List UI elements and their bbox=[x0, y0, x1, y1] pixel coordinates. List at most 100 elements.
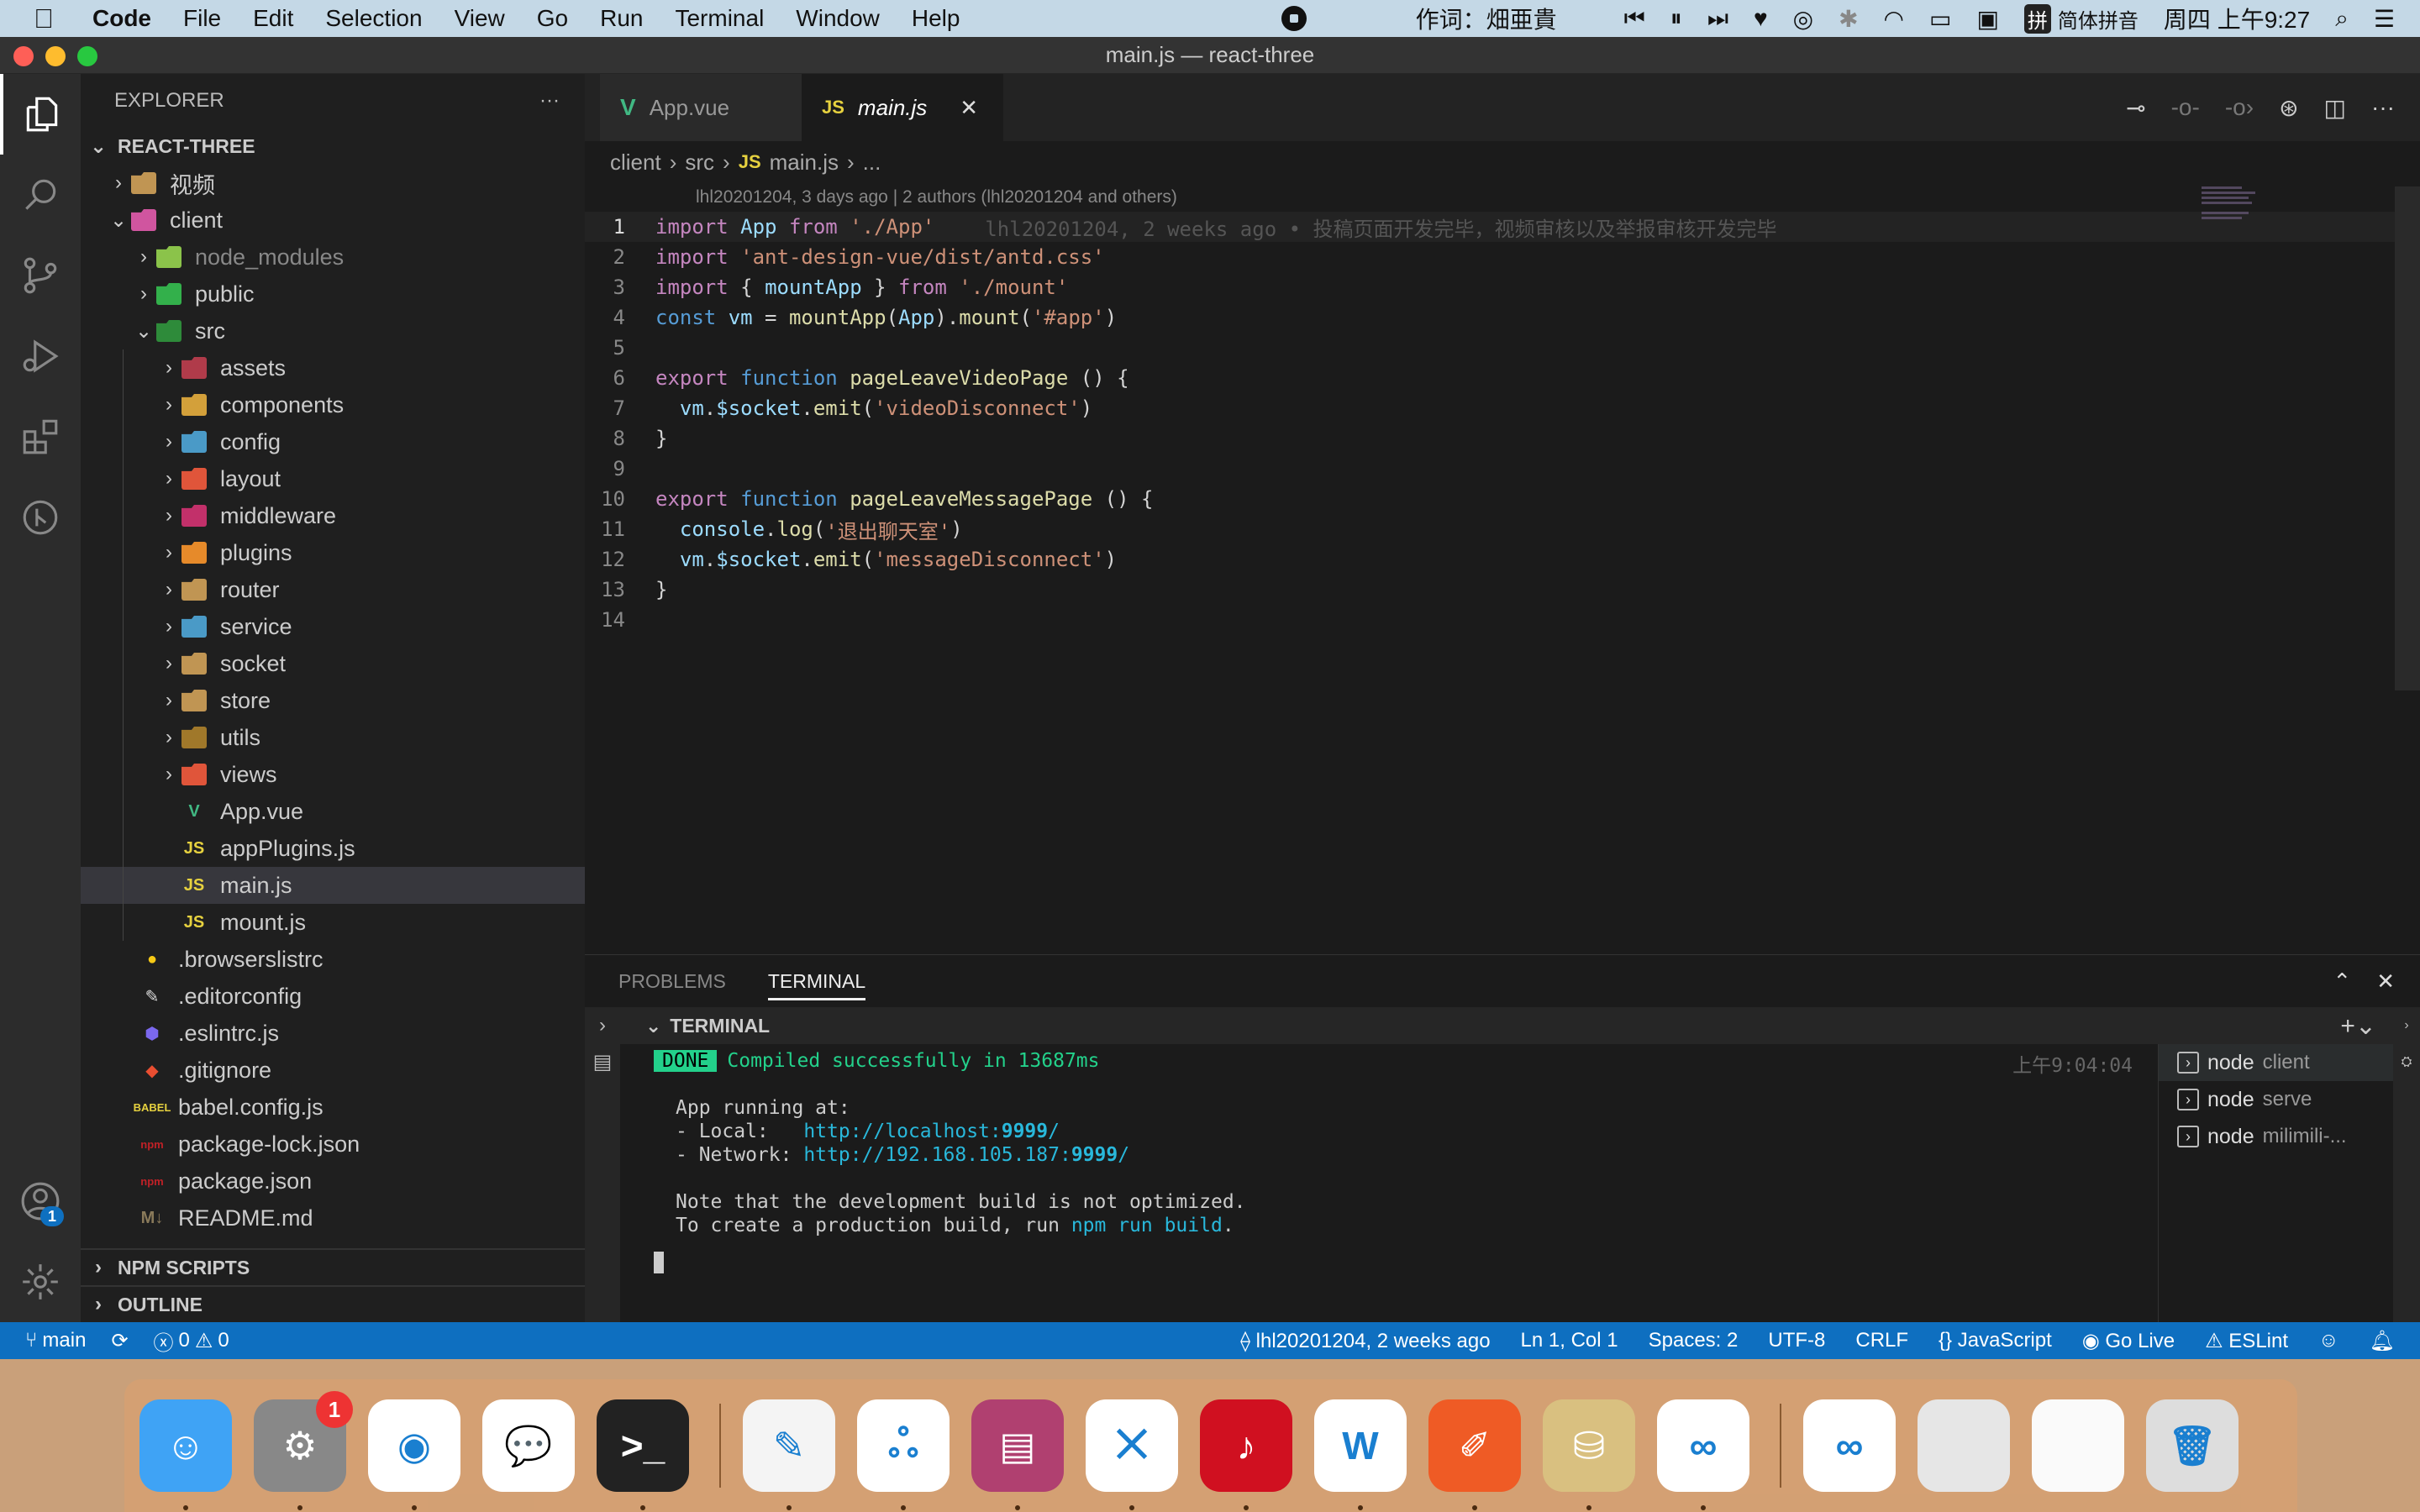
tree-folder-[interactable]: › 视频 bbox=[81, 165, 585, 202]
menu-go[interactable]: Go bbox=[537, 5, 568, 32]
status-eslint[interactable]: ⚠ ESLint bbox=[2205, 1329, 2288, 1353]
network-url[interactable]: http://192.168.105.187: bbox=[803, 1144, 1071, 1166]
tree-folder-src[interactable]: ⌄ src bbox=[81, 312, 585, 349]
tree-folder-store[interactable]: › store bbox=[81, 682, 585, 719]
tree-folder-layout[interactable]: › layout bbox=[81, 460, 585, 497]
dock-chrome-window[interactable] bbox=[1918, 1399, 2010, 1492]
terminal-item-serve[interactable]: › node serve bbox=[2159, 1081, 2393, 1118]
control-center-icon[interactable]: ☰ bbox=[2374, 5, 2395, 33]
menu-view[interactable]: View bbox=[455, 5, 505, 32]
next-track-icon[interactable]: ⏭ bbox=[1707, 5, 1728, 33]
dock-sequel-pro[interactable]: ⛁ bbox=[1543, 1399, 1635, 1510]
apple-menu-icon[interactable]:  bbox=[34, 3, 59, 34]
tab-problems[interactable]: PROBLEMS bbox=[618, 970, 726, 993]
dock-finder[interactable]: ☺ bbox=[139, 1399, 232, 1510]
status-blame[interactable]: ⟠ lhl20201204, 2 weeks ago bbox=[1240, 1329, 1490, 1353]
minimize-window-button[interactable] bbox=[45, 46, 66, 66]
close-window-button[interactable] bbox=[13, 46, 34, 66]
zoom-window-button[interactable] bbox=[77, 46, 97, 66]
menu-window[interactable]: Window bbox=[796, 5, 880, 32]
menu-help[interactable]: Help bbox=[912, 5, 960, 32]
git-graph-icon[interactable]: ⊛ bbox=[2279, 94, 2298, 122]
tree-file-gitignore[interactable]: ◆ .gitignore bbox=[81, 1052, 585, 1089]
tree-folder-middleware[interactable]: › middleware bbox=[81, 497, 585, 534]
tree-file-main-js[interactable]: JS main.js bbox=[81, 867, 585, 904]
tree-file-mount-js[interactable]: JS mount.js bbox=[81, 904, 585, 941]
close-panel-icon[interactable]: ✕ bbox=[2376, 969, 2395, 995]
open-changes-icon[interactable]: ⊸ bbox=[2126, 94, 2145, 122]
tree-file-eslintrc-js[interactable]: ⬢ .eslintrc.js bbox=[81, 1015, 585, 1052]
activity-search[interactable] bbox=[0, 155, 81, 235]
tab-terminal[interactable]: TERMINAL bbox=[767, 970, 866, 1000]
dock-vscode[interactable]: ⨉ bbox=[1086, 1399, 1178, 1510]
activity-run-debug[interactable] bbox=[0, 316, 81, 396]
next-change-icon[interactable]: -o› bbox=[2225, 94, 2254, 121]
status-indentation[interactable]: Spaces: 2 bbox=[1649, 1329, 1739, 1352]
breadcrumb-client[interactable]: client bbox=[610, 150, 661, 176]
dock-downloads-stack[interactable]: ∞ bbox=[1803, 1399, 1896, 1492]
dock-textedit[interactable]: ✎ bbox=[743, 1399, 835, 1510]
terminal-item-milimili[interactable]: › node milimili-... bbox=[2159, 1118, 2393, 1155]
activity-source-control[interactable] bbox=[0, 235, 81, 316]
menu-run[interactable]: Run bbox=[600, 5, 643, 32]
dock-system-preferences[interactable]: ⚙ 1 bbox=[254, 1391, 353, 1510]
minimap[interactable] bbox=[2202, 186, 2269, 237]
tree-folder-views[interactable]: › views bbox=[81, 756, 585, 793]
menu-file[interactable]: File bbox=[183, 5, 221, 32]
dock-netease-music[interactable]: ♪ bbox=[1200, 1399, 1292, 1510]
menubar-clock[interactable]: 周四 上午9:27 bbox=[2164, 2, 2310, 35]
tree-file-appplugins-js[interactable]: JS appPlugins.js bbox=[81, 830, 585, 867]
activity-accounts[interactable]: 1 bbox=[0, 1161, 81, 1242]
status-problems[interactable]: ⓧ 0 ⚠ 0 bbox=[154, 1326, 229, 1356]
status-branch[interactable]: ⑂ main bbox=[25, 1329, 86, 1352]
status-eol[interactable]: CRLF bbox=[1855, 1329, 1908, 1352]
bluetooth-icon[interactable]: ✱ bbox=[1839, 5, 1858, 33]
terminal-item-client[interactable]: › node client bbox=[2159, 1044, 2393, 1081]
dock-link-app[interactable]: ∞ bbox=[1657, 1399, 1749, 1510]
split-editor-icon[interactable]: ◫ bbox=[2324, 94, 2346, 122]
tree-folder-plugins[interactable]: › plugins bbox=[81, 534, 585, 571]
breadcrumb-symbols[interactable]: ... bbox=[863, 150, 881, 176]
menu-app-name[interactable]: Code bbox=[92, 5, 151, 32]
tree-file-package-json[interactable]: npm package.json bbox=[81, 1163, 585, 1200]
chevron-right-icon[interactable]: › bbox=[2393, 1007, 2420, 1044]
tree-folder-service[interactable]: › service bbox=[81, 608, 585, 645]
dock-winrar[interactable]: ▤ bbox=[971, 1399, 1064, 1510]
tab-app-vue[interactable]: V App.vue bbox=[600, 74, 802, 141]
terminal-view-header[interactable]: ⌄ TERMINAL +⌄ bbox=[620, 1007, 2393, 1044]
tree-file-readme-md[interactable]: M↓ README.md bbox=[81, 1200, 585, 1236]
tree-folder-socket[interactable]: › socket bbox=[81, 645, 585, 682]
heart-icon[interactable]: ♥ bbox=[1754, 5, 1768, 32]
section-npm-scripts[interactable]: › NPM SCRIPTS bbox=[81, 1248, 585, 1285]
tree-folder-router[interactable]: › router bbox=[81, 571, 585, 608]
tab-main-js[interactable]: JS main.js ✕ bbox=[802, 74, 1003, 141]
dock-chrome[interactable]: ◉ bbox=[368, 1399, 460, 1510]
local-url[interactable]: http://localhost: bbox=[803, 1121, 1001, 1142]
breadcrumb-src[interactable]: src bbox=[685, 150, 714, 176]
new-terminal-icon[interactable]: +⌄ bbox=[2340, 1011, 2376, 1041]
dock-trash[interactable]: 🗑 bbox=[2146, 1399, 2238, 1492]
tree-folder-components[interactable]: › components bbox=[81, 386, 585, 423]
tree-folder-utils[interactable]: › utils bbox=[81, 719, 585, 756]
status-cursor-position[interactable]: Ln 1, Col 1 bbox=[1521, 1329, 1618, 1352]
notifications-bell-icon[interactable]: 🔔︎ bbox=[2370, 1329, 2395, 1353]
code-editor[interactable]: 1 import App from './App' lhl20201204, 2 w… bbox=[585, 212, 2420, 635]
dock-textedit-window[interactable] bbox=[2032, 1399, 2124, 1492]
input-method-icon[interactable]: 拼 bbox=[2023, 3, 2051, 34]
tree-file-browserslistrc[interactable]: ● .browserslistrc bbox=[81, 941, 585, 978]
git-blame-codelens[interactable]: lhl20201204, 3 days ago | 2 authors (lhl… bbox=[585, 183, 2420, 212]
activity-explorer[interactable] bbox=[0, 74, 81, 155]
input-method-label[interactable]: 简体拼音 bbox=[2058, 4, 2139, 34]
close-tab-icon[interactable]: ✕ bbox=[960, 95, 978, 121]
terminal-output[interactable]: 上午9:04:04 DONE Compiled successfully in 1… bbox=[620, 1044, 2158, 1323]
activity-extensions[interactable] bbox=[0, 396, 81, 477]
more-actions-icon[interactable]: ··· bbox=[2371, 94, 2395, 121]
activity-manage[interactable] bbox=[0, 1242, 81, 1322]
section-outline[interactable]: › OUTLINE bbox=[81, 1285, 585, 1322]
record-stop-icon[interactable] bbox=[1281, 6, 1307, 31]
workspace-root[interactable]: ⌄ REACT-THREE bbox=[81, 128, 585, 165]
debug-terminal-icon[interactable]: ⛭ bbox=[2393, 1044, 2420, 1081]
previous-track-icon[interactable]: ⏮ bbox=[1624, 5, 1645, 33]
tree-folder-client[interactable]: ⌄ client bbox=[81, 202, 585, 239]
status-go-live[interactable]: ◉ Go Live bbox=[2082, 1329, 2175, 1353]
